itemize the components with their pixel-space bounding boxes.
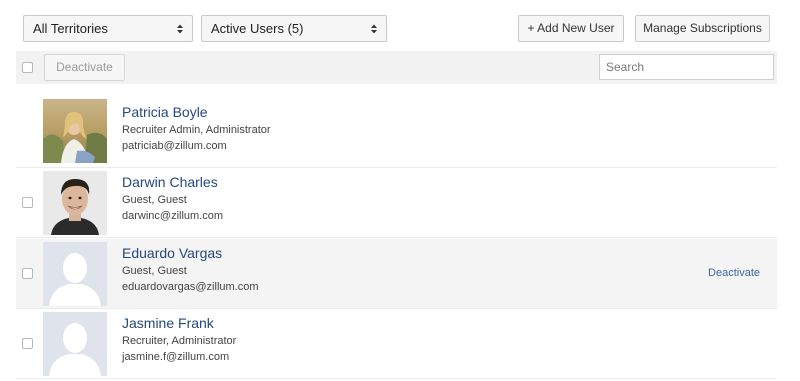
- user-avatar: [43, 242, 107, 306]
- user-row: Darwin Charles Guest, Guest darwinc@zill…: [16, 168, 777, 238]
- user-role: Recruiter Admin, Administrator: [122, 124, 271, 136]
- user-row: Jasmine Frank Recruiter, Administrator j…: [16, 309, 777, 379]
- row-checkbox[interactable]: [22, 338, 33, 349]
- darwin-photo: [43, 171, 107, 235]
- user-name-link[interactable]: Darwin Charles: [122, 174, 218, 190]
- user-email: patriciab@zillum.com: [122, 140, 227, 152]
- row-checkbox[interactable]: [22, 268, 33, 279]
- default-avatar-icon: [43, 312, 107, 376]
- select-arrows-icon: [177, 24, 183, 34]
- select-arrows-icon: [371, 24, 377, 34]
- user-avatar: [43, 99, 107, 163]
- add-new-user-button[interactable]: + Add New User: [518, 15, 624, 42]
- user-row: Eduardo Vargas Guest, Guest eduardovarga…: [16, 239, 777, 309]
- default-avatar-icon: [43, 242, 107, 306]
- territory-select[interactable]: All Territories: [23, 15, 193, 42]
- user-role: Guest, Guest: [122, 194, 187, 206]
- user-status-select-value: Active Users (5): [211, 21, 304, 36]
- user-row: Patricia Boyle Recruiter Admin, Administ…: [16, 98, 777, 168]
- user-email: jasmine.f@zillum.com: [122, 351, 230, 363]
- user-role: Guest, Guest: [122, 265, 187, 277]
- user-name-link[interactable]: Eduardo Vargas: [122, 245, 222, 261]
- row-deactivate-link[interactable]: Deactivate: [708, 267, 760, 279]
- user-avatar: [43, 171, 107, 235]
- user-status-select[interactable]: Active Users (5): [201, 15, 387, 42]
- select-all-checkbox[interactable]: [22, 62, 33, 73]
- bulk-action-toolbar: Deactivate: [16, 51, 777, 84]
- user-name-link[interactable]: Patricia Boyle: [122, 104, 208, 120]
- row-checkbox[interactable]: [22, 197, 33, 208]
- user-name-link[interactable]: Jasmine Frank: [122, 315, 214, 331]
- manage-subscriptions-button[interactable]: Manage Subscriptions: [635, 15, 770, 42]
- user-email: darwinc@zillum.com: [122, 210, 224, 222]
- user-avatar: [43, 312, 107, 376]
- search-input[interactable]: [599, 54, 774, 80]
- territory-select-value: All Territories: [33, 21, 108, 36]
- user-role: Recruiter, Administrator: [122, 335, 237, 347]
- user-email: eduardovargas@zillum.com: [122, 281, 259, 293]
- bulk-deactivate-button[interactable]: Deactivate: [44, 54, 125, 81]
- patricia-photo: [43, 99, 107, 163]
